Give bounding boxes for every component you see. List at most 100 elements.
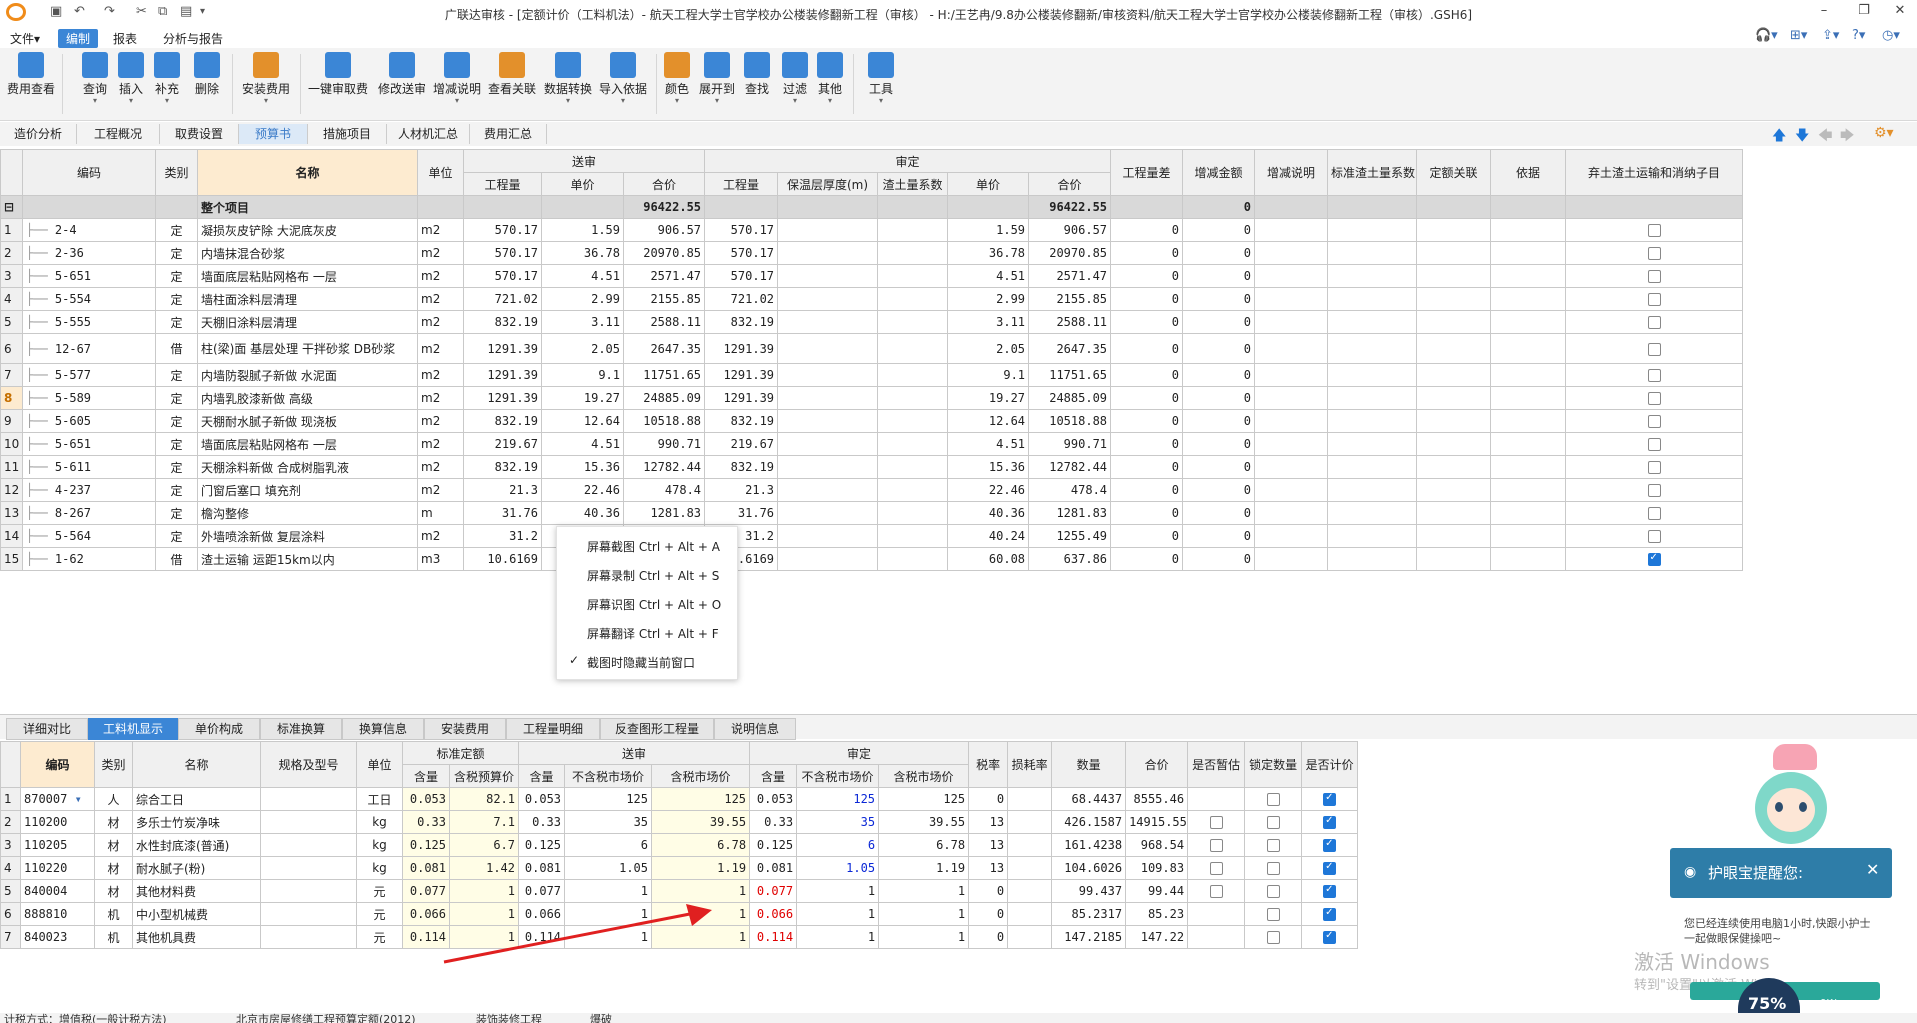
row-residue[interactable] <box>877 264 949 288</box>
row-name[interactable]: 凝损灰皮铲除 大泥底灰皮 <box>197 218 418 242</box>
row-a-total[interactable]: 478.4 <box>1028 478 1112 502</box>
row-type[interactable]: 定 <box>155 264 198 288</box>
row-name[interactable]: 内墙防裂腻子新做 水泥面 <box>197 363 418 387</box>
row-quota-link[interactable] <box>1416 363 1492 387</box>
row-s-notax[interactable]: 1.05 <box>564 856 653 880</box>
row-code[interactable]: ├── 2-36 <box>22 241 156 265</box>
row-number[interactable]: 6 <box>0 333 23 364</box>
row-residue[interactable] <box>877 363 949 387</box>
row-number[interactable]: 2 <box>0 241 23 265</box>
row-a-price[interactable]: 15.36 <box>947 455 1030 479</box>
row-quantity[interactable]: 99.437 <box>1051 879 1127 903</box>
row-code[interactable]: ├── 12-67 <box>22 333 156 364</box>
tax-rate-header[interactable]: 税率 <box>968 741 1009 788</box>
row-incr-amount[interactable]: 0 <box>1182 333 1256 364</box>
row-loss-rate[interactable] <box>1007 856 1053 880</box>
disposal-checkbox[interactable] <box>1647 415 1661 428</box>
lock-qty-checkbox[interactable] <box>1266 793 1280 806</box>
row-total[interactable]: 14915.55 <box>1125 810 1189 834</box>
row-a-tax[interactable]: 1.19 <box>878 856 970 880</box>
row-unit[interactable]: 元 <box>356 879 403 903</box>
disposal-checkbox[interactable] <box>1647 461 1661 474</box>
row-type[interactable]: 定 <box>155 218 198 242</box>
row-code[interactable]: ├── 5-605 <box>22 409 156 433</box>
disposal-checkbox[interactable] <box>1647 293 1661 306</box>
row-insulation[interactable] <box>777 432 879 456</box>
tab-reverse-qty[interactable]: 反查图形工程量 <box>600 718 714 740</box>
row-insulation[interactable] <box>777 363 879 387</box>
table-row[interactable]: 4 110220 材耐水腻子(粉) kg 0.081 1.42 0.081 1.05 1.19 0… <box>0 856 1359 880</box>
tab-overview[interactable]: 工程概况 <box>77 124 160 144</box>
priced-checkbox[interactable] <box>1323 930 1337 944</box>
row-code[interactable]: ├── 2-4 <box>22 218 156 242</box>
row-unit[interactable]: kg <box>356 810 403 834</box>
row-incr-note[interactable] <box>1254 547 1329 571</box>
row-insulation[interactable] <box>777 478 879 502</box>
row-a-notax[interactable]: 6 <box>796 833 880 857</box>
row-number[interactable]: 5 <box>0 879 21 903</box>
tab-budget[interactable]: 预算书 <box>239 124 308 144</box>
table-row[interactable]: 3 110205 材水性封底漆(普通) kg 0.125 6.7 0.125 6 6.78 0.1… <box>0 833 1359 857</box>
row-a-total[interactable]: 11751.65 <box>1028 363 1112 387</box>
query-button[interactable]: 查询 ▾ <box>80 52 110 105</box>
row-name[interactable]: 柱(梁)面 基层处理 干拌砂浆 DB砂浆 <box>197 333 418 364</box>
disposal-checkbox[interactable] <box>1647 247 1661 260</box>
row-qty-diff[interactable]: 0 <box>1110 264 1184 288</box>
modify-submit-button[interactable]: 修改送审 <box>377 52 427 97</box>
row-a-notax[interactable]: 125 <box>796 787 880 811</box>
row-name[interactable]: 综合工日 <box>132 787 261 811</box>
row-unit[interactable]: 元 <box>356 902 403 926</box>
color-button[interactable]: 颜色 ▾ <box>662 52 692 105</box>
row-basis[interactable] <box>1490 524 1567 548</box>
row-name[interactable]: 墙面底层粘贴网格布 一层 <box>197 264 418 288</box>
tab-fee-settings[interactable]: 取费设置 <box>160 124 239 144</box>
row-s-content[interactable]: 0.33 <box>518 810 566 834</box>
row-incr-amount[interactable]: 0 <box>1182 455 1256 479</box>
row-total[interactable]: 99.44 <box>1125 879 1189 903</box>
row-a-qty[interactable]: 1291.39 <box>704 386 779 410</box>
row-name[interactable]: 多乐士竹炭净味 <box>132 810 261 834</box>
row-std-content[interactable]: 0.081 <box>402 856 450 880</box>
row-s-total[interactable]: 10518.88 <box>622 409 706 433</box>
row-name[interactable]: 外墙喷涂新做 复层涂料 <box>197 524 418 548</box>
row-incr-note[interactable] <box>1254 524 1329 548</box>
row-type[interactable]: 定 <box>155 501 198 525</box>
lock-qty-checkbox[interactable] <box>1266 839 1280 852</box>
row-loss-rate[interactable] <box>1007 879 1053 903</box>
total-row[interactable]: ⊟ 整个项目 96422.55 96422.55 0 <box>0 195 1744 219</box>
row-a-price[interactable]: 19.27 <box>947 386 1030 410</box>
row-name[interactable]: 门窗后塞口 填充剂 <box>197 478 418 502</box>
row-insulation[interactable] <box>777 333 879 364</box>
row-code[interactable]: 870007 ▾ <box>20 787 95 811</box>
row-type[interactable]: 机 <box>94 902 133 926</box>
row-s-total[interactable]: 20970.85 <box>622 241 706 265</box>
priced-checkbox[interactable] <box>1323 838 1337 852</box>
row-incr-amount[interactable]: 0 <box>1182 386 1256 410</box>
code-header[interactable]: 编码 <box>22 149 156 196</box>
row-tax-rate[interactable]: 0 <box>968 787 1009 811</box>
tab-material-summary[interactable]: 人材机汇总 <box>387 124 470 144</box>
row-incr-note[interactable] <box>1254 287 1329 311</box>
row-insulation[interactable] <box>777 386 879 410</box>
row-name[interactable]: 中小型机械费 <box>132 902 261 926</box>
row-std-content[interactable]: 0.125 <box>402 833 450 857</box>
row-qty-diff[interactable]: 0 <box>1110 241 1184 265</box>
row-s-total[interactable]: 2155.85 <box>622 287 706 311</box>
estimate-checkbox[interactable] <box>1209 839 1223 852</box>
row-unit[interactable]: m2 <box>417 432 464 456</box>
row-incr-amount[interactable]: 0 <box>1182 241 1256 265</box>
priced-checkbox[interactable] <box>1323 907 1337 921</box>
row-type[interactable]: 借 <box>155 333 198 364</box>
row-std-residue[interactable] <box>1327 218 1418 242</box>
row-loss-rate[interactable] <box>1007 810 1053 834</box>
row-number[interactable]: 3 <box>0 833 21 857</box>
row-quota-link[interactable] <box>1416 386 1492 410</box>
table-row[interactable]: 1 ├── 2-4 定凝损灰皮铲除 大泥底灰皮 m2 570.17 1.59 906.57… <box>0 218 1744 242</box>
row-incr-note[interactable] <box>1254 409 1329 433</box>
row-insulation[interactable] <box>777 524 879 548</box>
row-residue[interactable] <box>877 455 949 479</box>
row-incr-amount[interactable]: 0 <box>1182 218 1256 242</box>
std-budget-header[interactable]: 含税预算价 <box>448 764 520 788</box>
row-loss-rate[interactable] <box>1007 787 1053 811</box>
row-s-tax[interactable]: 1.19 <box>651 856 751 880</box>
